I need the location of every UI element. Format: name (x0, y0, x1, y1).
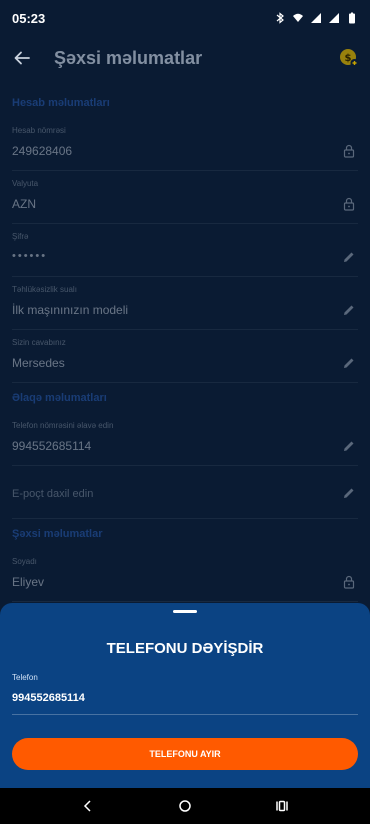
phone-input-underline (12, 714, 358, 715)
account-number-field: Hesab nömrəsi 249628406 (12, 118, 358, 171)
nav-back-icon (84, 800, 91, 812)
currency-field: Valyuta AZN (12, 171, 358, 224)
nav-recents-button[interactable] (264, 788, 300, 824)
phone-input[interactable]: 994552685114 (12, 692, 85, 704)
phone-label: Telefon (12, 673, 38, 682)
phone-field[interactable]: Telefon nömrəsini əlavə edin 99455268511… (12, 413, 358, 466)
section-title-contact: Əlaqə məlumatları (12, 392, 107, 404)
field-value: İlk maşınınızın modeli (12, 303, 129, 317)
signal-icon-2 (329, 13, 339, 23)
field-value: •••••• (12, 250, 48, 262)
field-value: 249628406 (12, 144, 73, 158)
personal-info-form: Hesab məlumatları Hesab nömrəsi 24962840… (0, 88, 370, 602)
pencil-icon[interactable] (342, 303, 356, 317)
sheet-drag-handle[interactable] (173, 610, 197, 613)
field-label: Şifrə (12, 232, 29, 241)
app-bar: Şəxsi məlumatlar $ (0, 36, 370, 80)
sheet-title: TELEFONU DƏYİŞDİR (106, 640, 264, 657)
wifi-icon (293, 13, 303, 22)
bluetooth-icon (276, 12, 284, 24)
change-phone-sheet: TELEFONU DƏYİŞDİR Telefon 994552685114 T… (0, 603, 370, 788)
lock-icon (342, 575, 356, 589)
svg-text:$: $ (345, 53, 352, 64)
coin-add-icon[interactable]: $ (338, 47, 360, 69)
field-label: Telefon nömrəsini əlavə edin (12, 421, 114, 430)
unlink-phone-button[interactable]: TELEFONU AYIR (12, 738, 358, 770)
security-question-field[interactable]: Təhlükəsizlik sualı İlk maşınınızın mode… (12, 277, 358, 330)
lock-icon (342, 197, 356, 211)
field-value: Mersedes (12, 356, 65, 370)
section-title-account: Hesab məlumatları (12, 97, 110, 109)
field-label: Sizin cavabınız (12, 338, 66, 347)
signal-icon (311, 13, 321, 23)
field-label: Təhlükəsizlik sualı (12, 285, 77, 294)
email-field[interactable]: E-poçt daxil edin (12, 466, 358, 519)
field-label: Valyuta (12, 179, 39, 188)
field-value: Eliyev (12, 575, 45, 589)
system-nav-bar (0, 788, 370, 824)
pencil-icon[interactable] (342, 439, 356, 453)
surname-field: Soyadı Eliyev (12, 549, 358, 602)
nav-back-button[interactable] (70, 788, 106, 824)
status-bar: 05:23 (0, 0, 370, 36)
field-value: 994552685114 (12, 439, 92, 453)
back-button[interactable] (0, 36, 44, 80)
section-title-personal: Şəxsi məlumatlar (12, 528, 103, 540)
battery-icon (349, 12, 355, 24)
lock-icon (342, 144, 356, 158)
status-time: 05:23 (12, 10, 46, 26)
pencil-icon[interactable] (342, 356, 356, 370)
field-value: AZN (12, 197, 36, 211)
page-title: Şəxsi məlumatlar (54, 47, 203, 68)
nav-recents-icon (275, 800, 288, 812)
nav-home-icon (179, 800, 191, 812)
nav-home-button[interactable] (167, 788, 203, 824)
arrow-left-icon (14, 51, 30, 65)
password-field[interactable]: Şifrə •••••• (12, 224, 358, 277)
email-placeholder: E-poçt daxil edin (12, 488, 94, 500)
security-answer-field[interactable]: Sizin cavabınız Mersedes (12, 330, 358, 383)
pencil-icon[interactable] (342, 250, 356, 264)
pencil-icon[interactable] (342, 486, 356, 500)
status-icons (274, 12, 358, 24)
field-label: Soyadı (12, 557, 37, 566)
field-label: Hesab nömrəsi (12, 126, 66, 135)
